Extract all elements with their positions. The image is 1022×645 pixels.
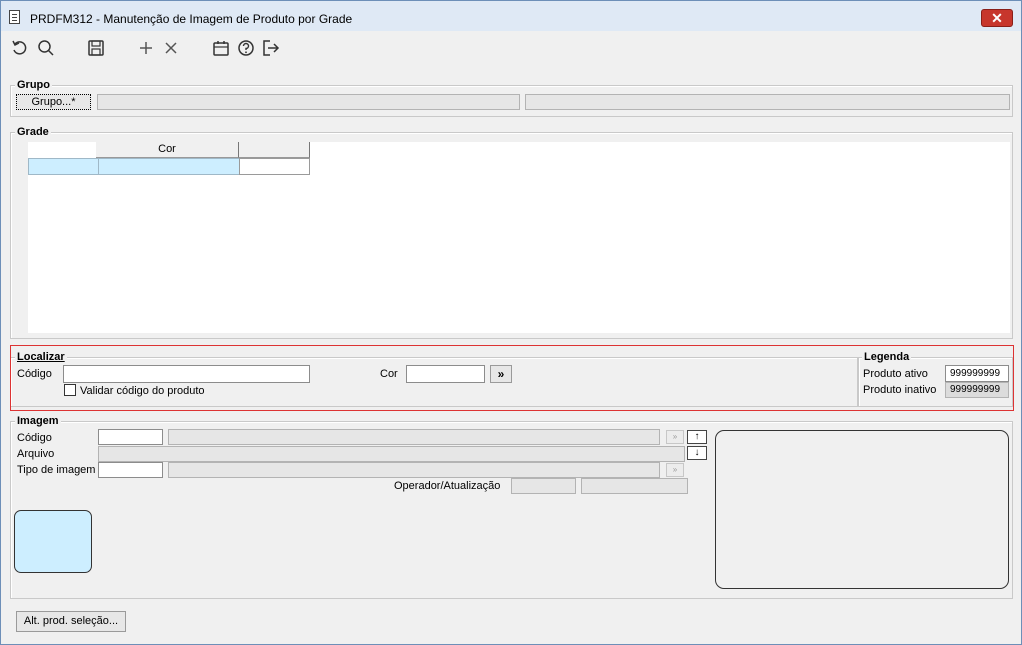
grade-cell-cor[interactable] [98,158,240,175]
localizar-cor-input[interactable] [406,365,485,383]
undo-icon[interactable] [11,39,29,57]
imagem-atualizacao-field[interactable] [581,478,688,494]
save-icon[interactable] [87,39,105,57]
imagem-arquivo-label: Arquivo [17,448,55,460]
imagem-codigo-input[interactable] [98,429,163,445]
imagem-codigo-description[interactable] [168,429,660,445]
image-thumbnail-box[interactable] [14,510,92,573]
image-preview-box[interactable] [715,430,1009,589]
grade-section-label: Grade [15,126,51,138]
legenda-inativo-swatch: 999999999 [945,382,1009,398]
localizar-go-button[interactable]: » [490,365,512,383]
grupo-section-label: Grupo [15,79,52,91]
validar-codigo-checkbox[interactable] [64,384,76,396]
imagem-tipo-input[interactable] [98,462,163,478]
grade-header-extra[interactable] [239,142,310,158]
imagem-section-label: Imagem [15,415,61,427]
localizar-codigo-input[interactable] [63,365,310,383]
document-icon [9,10,20,24]
help-icon[interactable] [237,39,255,57]
imagem-tipo-lookup-icon[interactable]: » [666,463,684,477]
grade-table[interactable]: Cor [28,142,1010,333]
add-icon[interactable] [137,39,155,57]
localizar-codigo-label: Código [17,368,52,380]
legenda-inativo-label: Produto inativo [863,384,937,396]
validar-codigo-label: Validar código do produto [80,385,205,397]
grupo-button[interactable]: Grupo...* [16,94,91,110]
imagem-tipo-label: Tipo de imagem [17,464,96,476]
grupo-code-field[interactable] [97,94,520,110]
grade-header-cor[interactable]: Cor [96,142,239,158]
move-down-icon[interactable]: ↓ [687,446,707,460]
imagem-operador-label: Operador/Atualização [394,480,501,492]
close-button[interactable]: ✕ [981,9,1013,27]
imagem-operador-field[interactable] [511,478,576,494]
legenda-section-label: Legenda [862,351,912,363]
grade-cell[interactable] [28,158,99,175]
move-up-icon[interactable]: ↑ [687,430,707,444]
alt-prod-selecao-button[interactable]: Alt. prod. seleção... [16,611,126,632]
search-icon[interactable] [37,39,55,57]
exit-icon[interactable] [262,39,280,57]
imagem-codigo-lookup-icon[interactable]: » [666,430,684,444]
legenda-ativo-label: Produto ativo [863,368,928,380]
imagem-arquivo-field[interactable] [98,446,685,462]
localizar-section-label: Localizar [15,351,67,363]
delete-icon[interactable] [162,39,180,57]
calendar-icon[interactable] [212,39,230,57]
grade-cell-extra[interactable] [239,158,310,175]
toolbar [1,31,1021,65]
main-window: PRDFM312 - Manutenção de Imagem de Produ… [0,0,1022,645]
localizar-cor-label: Cor [380,368,398,380]
title-bar: PRDFM312 - Manutenção de Imagem de Produ… [1,1,1021,31]
legenda-ativo-swatch: 999999999 [945,365,1009,382]
window-title: PRDFM312 - Manutenção de Imagem de Produ… [30,12,353,26]
imagem-codigo-label: Código [17,432,52,444]
grupo-description-field[interactable] [525,94,1010,110]
imagem-tipo-description[interactable] [168,462,660,478]
